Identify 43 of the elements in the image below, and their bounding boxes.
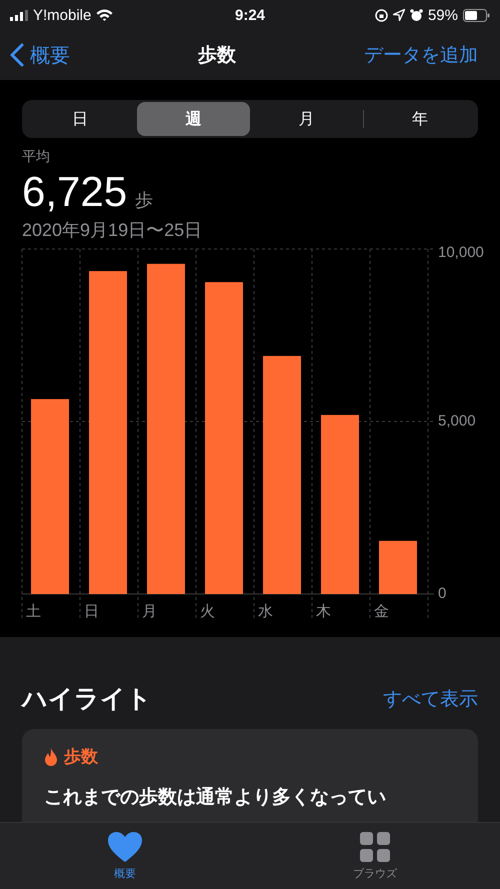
axis-label: 5,000 bbox=[438, 412, 476, 430]
day-label: 土 bbox=[26, 603, 41, 620]
heart-icon bbox=[107, 831, 143, 863]
day-label: 木 bbox=[316, 603, 331, 620]
bar bbox=[379, 540, 417, 594]
period-tab[interactable]: 年 bbox=[364, 102, 476, 136]
day-label: 月 bbox=[142, 603, 157, 620]
axis-label: 0 bbox=[438, 585, 446, 602]
day-label: 金 bbox=[374, 603, 389, 620]
wifi-icon bbox=[96, 9, 114, 21]
period-tab[interactable]: 日 bbox=[24, 102, 136, 136]
battery-icon bbox=[463, 8, 490, 22]
day-label: 水 bbox=[258, 603, 273, 620]
status-time: 9:24 bbox=[234, 6, 266, 24]
period-tab[interactable]: 週 bbox=[137, 102, 250, 136]
chevron-left-icon bbox=[10, 43, 24, 67]
flame-icon bbox=[44, 748, 58, 766]
back-button[interactable]: 概要 bbox=[10, 42, 70, 68]
add-data-link[interactable]: データを追加 bbox=[364, 42, 478, 68]
tab-bar-item[interactable]: 概要 bbox=[0, 823, 250, 889]
rotation-lock-icon bbox=[374, 8, 388, 22]
highlight-card[interactable]: 歩数 これまでの歩数は通常より多くなってい bbox=[22, 729, 478, 822]
period-tab[interactable]: 月 bbox=[250, 102, 363, 136]
unit-label: 歩 bbox=[135, 189, 154, 212]
axis-label: 10,000 bbox=[438, 244, 484, 261]
back-label: 概要 bbox=[30, 44, 70, 68]
step-average: 6,725 bbox=[22, 168, 128, 216]
section-title: ハイライト bbox=[22, 684, 152, 715]
carrier-name: Y!mobile bbox=[33, 6, 92, 24]
day-label: 日 bbox=[84, 603, 99, 620]
average-label: 平均 bbox=[22, 148, 50, 166]
show-all-link[interactable]: すべて表示 bbox=[383, 686, 478, 712]
alarm-icon bbox=[410, 8, 423, 22]
signal-icon bbox=[10, 10, 28, 20]
location-icon bbox=[392, 9, 405, 21]
card-text: これまでの歩数は通常より多くなってい bbox=[44, 786, 387, 810]
card-category: 歩数 bbox=[64, 746, 98, 768]
tab-bar-item[interactable]: ブラウズ bbox=[250, 823, 500, 889]
day-label: 火 bbox=[200, 603, 215, 620]
page-title: 歩数 bbox=[198, 44, 236, 68]
battery-percent: 59% bbox=[428, 6, 458, 24]
date-range: 2020年9月19日〜25日 bbox=[22, 219, 202, 242]
grid-icon bbox=[359, 831, 391, 863]
